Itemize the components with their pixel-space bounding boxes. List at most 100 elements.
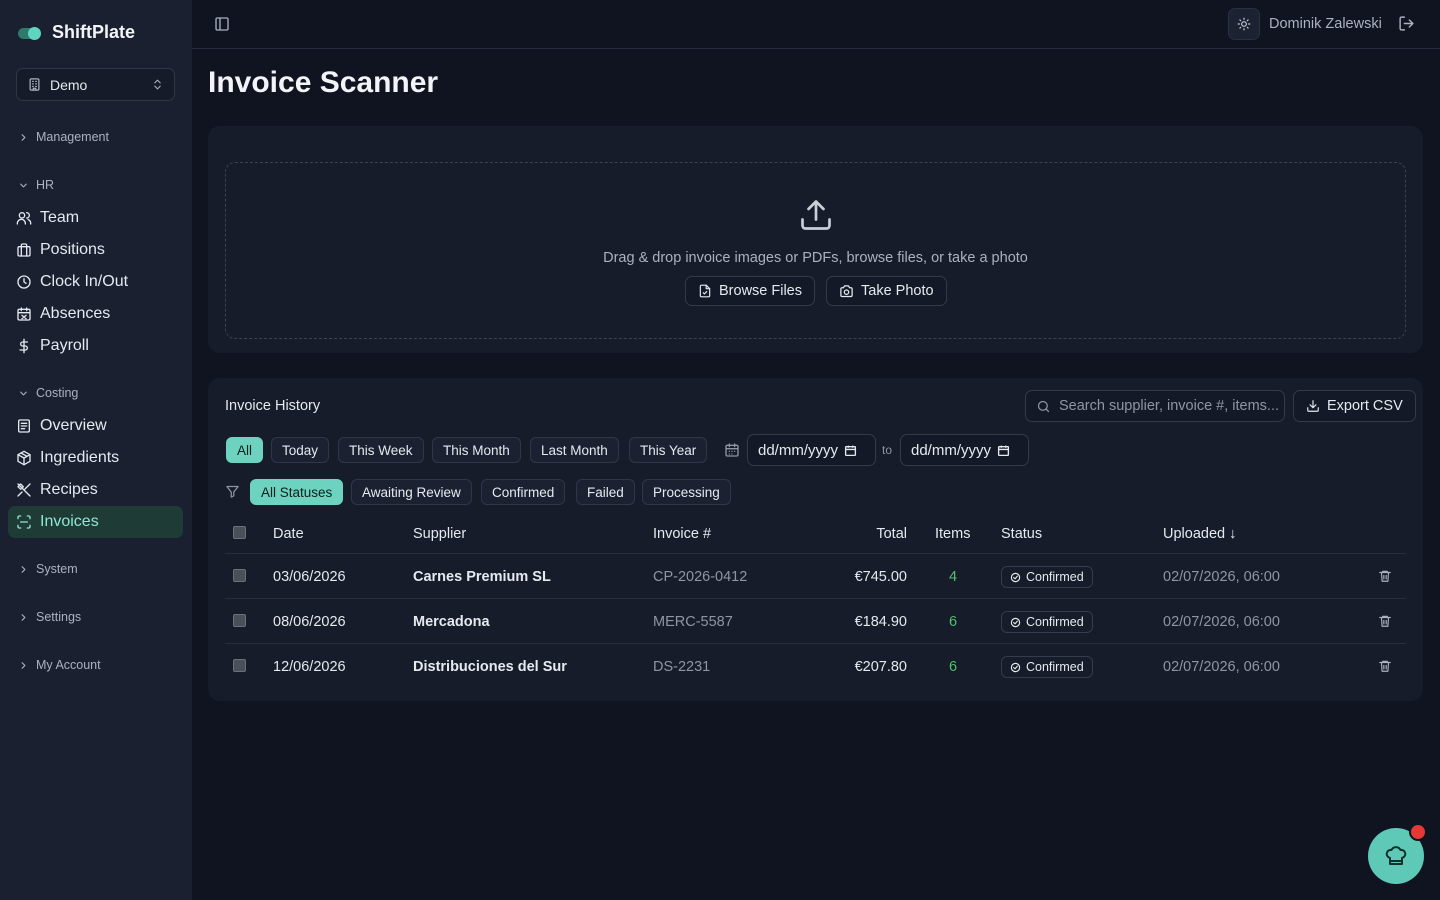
row-checkbox[interactable] (233, 614, 246, 627)
sidebar-item-clock[interactable]: Clock In/Out (8, 266, 183, 298)
col-supplier[interactable]: Supplier (413, 526, 466, 542)
section-settings[interactable]: Settings (18, 610, 81, 624)
row-uploaded: 02/07/2026, 06:00 (1163, 569, 1280, 585)
topbar: Dominik Zalewski (192, 0, 1440, 49)
browse-files-label: Browse Files (719, 283, 802, 299)
status-filter-all[interactable]: All Statuses (250, 479, 344, 505)
status-label: Confirmed (1026, 570, 1084, 584)
take-photo-button[interactable]: Take Photo (826, 276, 947, 306)
upload-icon (801, 200, 831, 230)
date-from-input[interactable]: dd/mm/yyyy (747, 434, 876, 466)
section-management[interactable]: Management (18, 130, 109, 144)
clock-icon (17, 275, 31, 289)
sidebar-toggle-button[interactable] (214, 16, 230, 32)
row-uploaded: 02/07/2026, 06:00 (1163, 659, 1280, 675)
chef-hat-icon (1385, 846, 1407, 865)
scan-icon (17, 515, 31, 529)
calendar-icon (725, 443, 739, 457)
brand[interactable]: ShiftPlate (18, 22, 135, 43)
date-range-separator: to (882, 443, 893, 457)
date-from-value: dd/mm/yyyy (758, 441, 839, 459)
section-costing[interactable]: Costing (18, 386, 78, 400)
row-invoice-number: CP-2026-0412 (653, 569, 748, 585)
chevrons-up-down-icon (154, 79, 161, 90)
section-my-account[interactable]: My Account (18, 658, 101, 672)
col-date[interactable]: Date (273, 526, 304, 542)
sidebar-item-positions[interactable]: Positions (8, 234, 183, 266)
sun-icon (1237, 17, 1251, 31)
dropzone[interactable]: Drag & drop invoice images or PDFs, brow… (225, 162, 1406, 339)
download-icon (1307, 400, 1319, 412)
dropzone-text: Drag & drop invoice images or PDFs, brow… (603, 250, 1028, 266)
row-checkbox[interactable] (233, 569, 246, 582)
chevron-right-icon (21, 133, 26, 141)
status-filter-failed[interactable]: Failed (576, 479, 635, 505)
sidebar-item-absences[interactable]: Absences (8, 298, 183, 330)
col-total[interactable]: Total (828, 526, 907, 542)
sidebar-item-payroll[interactable]: Payroll (8, 330, 183, 362)
user-name[interactable]: Dominik Zalewski (1269, 16, 1382, 32)
row-checkbox[interactable] (233, 659, 246, 672)
browse-files-button[interactable]: Browse Files (685, 276, 815, 306)
row-supplier[interactable]: Mercadona (413, 614, 490, 630)
row-total: €184.90 (854, 614, 907, 630)
sidebar-item-label: Recipes (40, 481, 98, 498)
sidebar-item-invoices[interactable]: Invoices (8, 506, 183, 538)
trash-icon[interactable] (1378, 569, 1392, 583)
sidebar-item-label: Positions (40, 241, 105, 258)
row-invoice-number: DS-2231 (653, 659, 711, 675)
status-filter-processing[interactable]: Processing (642, 479, 731, 505)
sidebar-item-label: Overview (40, 417, 107, 434)
take-photo-label: Take Photo (861, 283, 934, 299)
section-system[interactable]: System (18, 562, 78, 576)
sidebar-item-ingredients[interactable]: Ingredients (8, 442, 183, 474)
trash-icon[interactable] (1378, 659, 1392, 673)
search-placeholder: Search supplier, invoice #, items... (1059, 398, 1280, 414)
filter-all[interactable]: All (226, 437, 264, 463)
sidebar-item-recipes[interactable]: Recipes (8, 474, 183, 506)
chevron-down-icon (20, 391, 27, 395)
col-status[interactable]: Status (1001, 526, 1042, 542)
filter-icon (226, 485, 239, 498)
brand-logo-icon (18, 26, 42, 40)
filter-last-month[interactable]: Last Month (530, 437, 619, 463)
filter-today[interactable]: Today (271, 437, 330, 463)
dollar-icon (19, 338, 28, 354)
logout-button[interactable] (1398, 15, 1415, 32)
status-label: Confirmed (1026, 615, 1084, 629)
trash-icon[interactable] (1378, 614, 1392, 628)
package-icon (17, 450, 31, 466)
notification-dot (1409, 823, 1427, 841)
sidebar-item-team[interactable]: Team (8, 202, 183, 234)
chevron-right-icon (21, 613, 26, 621)
filter-this-week[interactable]: This Week (338, 437, 424, 463)
filter-this-month[interactable]: This Month (432, 437, 521, 463)
theme-toggle-button[interactable] (1228, 8, 1260, 40)
col-invoice[interactable]: Invoice # (653, 526, 711, 542)
sidebar-item-label: Absences (40, 305, 111, 322)
org-select[interactable]: Demo (16, 68, 175, 101)
upload-card: Drag & drop invoice images or PDFs, brow… (208, 126, 1423, 353)
section-hr[interactable]: HR (18, 178, 54, 192)
select-all-checkbox[interactable] (233, 526, 246, 539)
export-csv-button[interactable]: Export CSV (1293, 390, 1416, 422)
col-items[interactable]: Items (935, 526, 970, 542)
status-filter-awaiting[interactable]: Awaiting Review (351, 479, 472, 505)
status-filter-confirmed[interactable]: Confirmed (481, 479, 566, 505)
filter-this-year[interactable]: This Year (629, 437, 708, 463)
check-circle-icon (1010, 572, 1021, 582)
search-input[interactable]: Search supplier, invoice #, items... (1025, 390, 1285, 422)
sidebar-item-overview[interactable]: Overview (8, 410, 183, 442)
date-to-value: dd/mm/yyyy (911, 441, 992, 459)
receipt-icon (18, 419, 30, 433)
row-date: 03/06/2026 (273, 569, 346, 585)
invoice-history-card: Invoice History Search supplier, invoice… (208, 378, 1423, 701)
row-supplier[interactable]: Distribuciones del Sur (413, 659, 567, 675)
row-supplier[interactable]: Carnes Premium SL (413, 569, 551, 585)
utensils-crossed-icon (17, 483, 31, 497)
section-label: System (36, 562, 78, 576)
status-badge: Confirmed (1001, 566, 1093, 588)
history-title: Invoice History (225, 398, 321, 414)
date-to-input[interactable]: dd/mm/yyyy (900, 434, 1029, 466)
col-uploaded[interactable]: Uploaded ↓ (1163, 526, 1236, 542)
